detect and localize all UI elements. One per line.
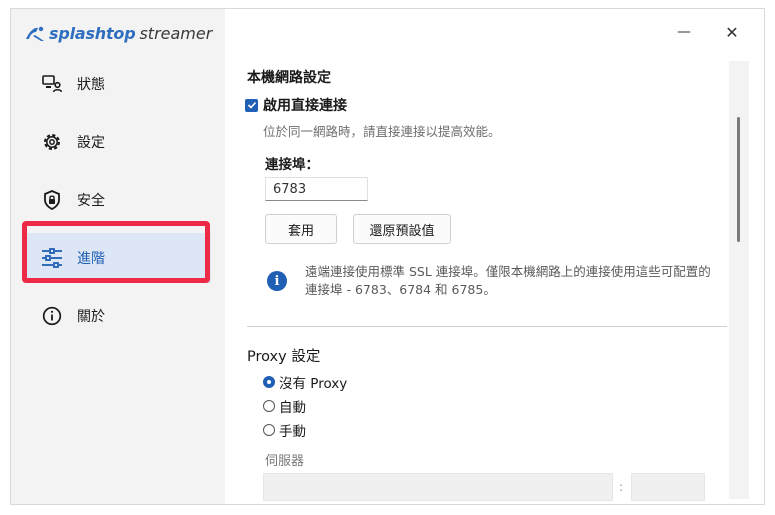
enable-direct-desc: 位於同一網路時，請直接連接以提高效能。 bbox=[263, 124, 501, 139]
radio-unselected[interactable] bbox=[263, 400, 275, 412]
proxy-option-label: 沒有 Proxy bbox=[279, 376, 348, 392]
proxy-option-label: 自動 bbox=[279, 400, 306, 416]
proxy-option-auto[interactable]: 自動 bbox=[263, 396, 306, 416]
proxy-option-manual[interactable]: 手動 bbox=[263, 420, 306, 440]
sidebar-item-label: 狀態 bbox=[77, 77, 105, 93]
restore-defaults-button[interactable]: 還原預設值 bbox=[353, 214, 451, 244]
sidebar-item-status[interactable]: 狀態 bbox=[23, 59, 211, 109]
info-icon: i bbox=[267, 271, 287, 291]
sliders-icon bbox=[41, 247, 63, 269]
advanced-settings-panel: 本機網路設定 啟用直接連接 位於同一網路時，請直接連接以提高效能。 連接埠： 套… bbox=[225, 9, 764, 504]
local-network-title: 本機網路設定 bbox=[247, 70, 331, 86]
app-logo: splashtop streamer bbox=[24, 21, 212, 45]
sidebar-item-label: 關於 bbox=[77, 309, 105, 325]
ports-info-text: 遠端連接使用標準 SSL 連接埠。僅限本機網路上的連接使用這些可配置的連接埠 -… bbox=[305, 264, 711, 297]
port-label: 連接埠： bbox=[265, 157, 319, 173]
port-input[interactable] bbox=[265, 177, 368, 201]
gear-icon bbox=[41, 131, 63, 153]
server-input[interactable] bbox=[263, 473, 613, 501]
checkmark-icon bbox=[247, 101, 256, 109]
sidebar-item-about[interactable]: 關於 bbox=[23, 291, 211, 341]
logo-brand: splashtop bbox=[49, 23, 136, 43]
section-divider bbox=[247, 326, 727, 327]
sidebar-item-advanced[interactable]: 進階 bbox=[23, 233, 211, 283]
sidebar-item-label: 設定 bbox=[77, 135, 105, 151]
sidebar-item-settings[interactable]: 設定 bbox=[23, 117, 211, 167]
proxy-option-label: 手動 bbox=[279, 424, 306, 440]
proxy-port-input[interactable] bbox=[631, 473, 705, 501]
radio-selected[interactable] bbox=[263, 376, 275, 388]
radio-unselected[interactable] bbox=[263, 424, 275, 436]
status-icon bbox=[41, 73, 63, 95]
port-separator: : bbox=[619, 479, 624, 494]
server-label: 伺服器 bbox=[265, 454, 305, 469]
enable-direct-checkbox[interactable] bbox=[245, 98, 258, 112]
scrollbar-thumb[interactable] bbox=[737, 117, 740, 242]
shield-icon bbox=[41, 189, 63, 211]
sidebar-item-label: 進階 bbox=[77, 251, 105, 267]
proxy-option-none[interactable]: 沒有 Proxy bbox=[263, 372, 347, 392]
sidebar: splashtop streamer 狀態 設定 安全 進階 關於 bbox=[11, 9, 225, 504]
scrollbar[interactable] bbox=[729, 61, 749, 499]
sidebar-item-security[interactable]: 安全 bbox=[23, 175, 211, 225]
splashtop-logo-icon bbox=[26, 26, 44, 41]
app-window: splashtop streamer 狀態 設定 安全 進階 關於 — ✕ 本機… bbox=[10, 8, 765, 505]
logo-product: streamer bbox=[139, 23, 213, 43]
enable-direct-checkbox-row[interactable]: 啟用直接連接 bbox=[245, 95, 347, 115]
proxy-title: Proxy 設定 bbox=[247, 349, 321, 365]
info-icon bbox=[41, 305, 63, 327]
sidebar-item-label: 安全 bbox=[77, 193, 105, 209]
enable-direct-label: 啟用直接連接 bbox=[263, 98, 347, 114]
apply-button[interactable]: 套用 bbox=[265, 214, 337, 244]
